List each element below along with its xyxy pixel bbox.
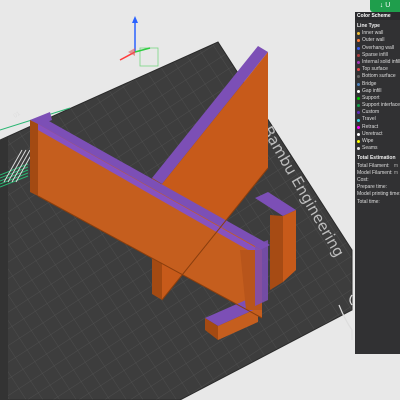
legend-panel: Color Scheme Line Type Inner wall Outer w… bbox=[355, 12, 400, 354]
legend-item-label: Bottom surface bbox=[362, 73, 396, 80]
legend-swatch-icon bbox=[357, 111, 360, 115]
estimation-label: Prepare time: bbox=[357, 184, 388, 191]
legend-swatch-icon bbox=[357, 68, 360, 72]
estimation-row: Total Filament: m bbox=[355, 163, 400, 170]
upload-status-button[interactable]: ↓ U bbox=[370, 0, 400, 12]
estimation-label: Total Filament: bbox=[357, 162, 390, 169]
estimation-label: Total time: bbox=[357, 198, 380, 205]
legend-item[interactable]: Retract bbox=[355, 124, 400, 131]
legend-item-label: Travel bbox=[362, 116, 376, 123]
legend-item[interactable]: Support interface bbox=[355, 102, 400, 109]
legend-swatch-icon bbox=[357, 53, 360, 57]
legend-item-label: Bridge bbox=[362, 80, 377, 87]
legend-swatch-icon bbox=[357, 125, 360, 129]
legend-title: Color Scheme bbox=[355, 12, 400, 20]
legend-item[interactable]: Support bbox=[355, 95, 400, 102]
legend-item[interactable]: Internal solid infill bbox=[355, 59, 400, 66]
legend-swatch-icon bbox=[357, 75, 360, 79]
estimation-label: Cost: bbox=[357, 176, 369, 183]
estimation-row: Prepare time: bbox=[355, 184, 400, 191]
legend-col-header: Line Type bbox=[357, 23, 380, 29]
legend-item-label: Top surface bbox=[362, 66, 388, 73]
legend-item[interactable]: Wipe bbox=[355, 138, 400, 145]
estimation-title: Total Estimation bbox=[357, 155, 396, 162]
legend-item[interactable]: Travel bbox=[355, 116, 400, 123]
legend-swatch-icon bbox=[357, 140, 360, 144]
legend-item-label: Support bbox=[362, 94, 380, 101]
legend-item-label: Gap infill bbox=[362, 87, 382, 94]
legend-swatch-icon bbox=[357, 89, 360, 93]
estimation-label: Model printing time: bbox=[357, 191, 400, 198]
legend-item[interactable]: Bridge bbox=[355, 81, 400, 88]
legend-item[interactable]: Custom bbox=[355, 109, 400, 116]
legend-swatch-icon bbox=[357, 104, 360, 108]
legend-item-label: Inner wall bbox=[362, 30, 384, 37]
legend-list: Inner wall Outer wall Overhang wall Sparse … bbox=[355, 30, 400, 152]
legend-item-label: Custom bbox=[362, 109, 380, 116]
legend-item[interactable]: Unretract bbox=[355, 131, 400, 138]
legend-item[interactable]: Sparse infill bbox=[355, 52, 400, 59]
estimation-row: Model printing time: bbox=[355, 191, 400, 198]
legend-item[interactable]: Bottom surface bbox=[355, 73, 400, 80]
legend-swatch-icon bbox=[357, 132, 360, 136]
legend-item-label: Overhang wall bbox=[362, 44, 394, 51]
legend-item[interactable]: Overhang wall bbox=[355, 45, 400, 52]
legend-item-label: Support interface bbox=[362, 102, 400, 109]
estimation-row: Total time: bbox=[355, 199, 400, 206]
legend-item[interactable]: Top surface bbox=[355, 66, 400, 73]
legend-item-label: Outer wall bbox=[362, 37, 385, 44]
legend-swatch-icon bbox=[357, 118, 360, 122]
legend-item[interactable]: Gap infill bbox=[355, 88, 400, 95]
legend-item[interactable]: Inner wall bbox=[355, 30, 400, 37]
legend-swatch-icon bbox=[357, 147, 360, 151]
legend-item-label: Sparse infill bbox=[362, 51, 388, 58]
legend-swatch-icon bbox=[357, 61, 360, 65]
legend-item-label: Seams bbox=[362, 145, 378, 152]
estimation-row: Model Filament: m bbox=[355, 170, 400, 177]
legend-item-label: Unretract bbox=[362, 130, 383, 137]
legend-item-label: Retract bbox=[362, 123, 379, 130]
legend-swatch-icon bbox=[357, 82, 360, 86]
legend-scrollbar[interactable] bbox=[396, 40, 399, 340]
3d-viewport[interactable]: 01 Bambu Engineering bbox=[0, 0, 400, 400]
legend-swatch-icon bbox=[357, 96, 360, 100]
estimation-label: Model Filament: bbox=[357, 169, 393, 176]
legend-item[interactable]: Outer wall bbox=[355, 37, 400, 44]
estimation-list: Total Filament: m Model Filament: m Cost: Pre… bbox=[355, 163, 400, 206]
legend-item-label: Internal solid infill bbox=[362, 58, 400, 65]
legend-swatch-icon bbox=[357, 39, 360, 43]
legend-swatch-icon bbox=[357, 32, 360, 36]
legend-item-label: Wipe bbox=[362, 138, 374, 144]
legend-swatch-icon bbox=[357, 46, 360, 50]
legend-item[interactable]: Seams bbox=[355, 145, 400, 152]
estimation-row: Cost: bbox=[355, 177, 400, 184]
